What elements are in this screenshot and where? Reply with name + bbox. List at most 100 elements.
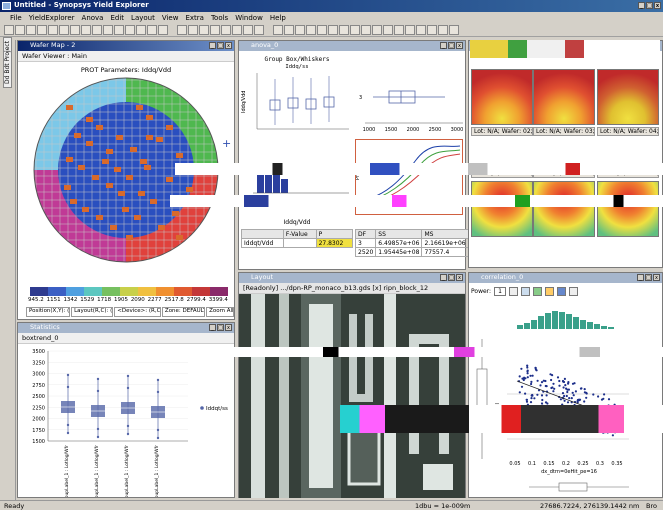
wafer-heatmap[interactable]: [533, 181, 595, 237]
toolbar-button[interactable]: [81, 25, 91, 35]
wafer-heatmap[interactable]: [597, 69, 659, 125]
die-cell[interactable]: [136, 105, 143, 110]
die-cell[interactable]: [186, 187, 193, 192]
toolbar-button[interactable]: [254, 25, 264, 35]
die-cell[interactable]: [134, 215, 141, 220]
toolbar-button[interactable]: [15, 25, 25, 35]
toolbar-button[interactable]: [416, 25, 426, 35]
toolbar-button[interactable]: [158, 25, 168, 35]
boxplot-chart[interactable]: 3500 3250 3000 2750 2500 2250 2000 1750 1500 grou…: [18, 345, 234, 497]
maximize-icon[interactable]: □: [217, 42, 224, 49]
toolbar-button[interactable]: [26, 25, 36, 35]
toolbar-button[interactable]: [177, 25, 187, 35]
wafer-heatmap[interactable]: [597, 181, 659, 237]
die-cell[interactable]: [86, 117, 93, 122]
toolbar-button[interactable]: [125, 25, 135, 35]
die-cell[interactable]: [116, 135, 123, 140]
die-cell[interactable]: [110, 225, 117, 230]
menu-view[interactable]: View: [162, 14, 179, 22]
toolbar-button[interactable]: [103, 25, 113, 35]
die-cell[interactable]: [126, 235, 133, 240]
die-cell[interactable]: [172, 211, 179, 216]
color-icon[interactable]: [544, 286, 554, 296]
die-cell[interactable]: [138, 191, 145, 196]
toolbar-button[interactable]: [361, 25, 371, 35]
toolbar-button[interactable]: [4, 25, 14, 35]
die-cell[interactable]: [156, 137, 163, 142]
wafer-status-field[interactable]: Zoom All: [206, 307, 235, 317]
die-cell[interactable]: [106, 183, 113, 188]
export-icon[interactable]: [568, 286, 578, 296]
die-cell[interactable]: [96, 125, 103, 130]
maximize-icon[interactable]: □: [448, 274, 455, 281]
close-icon[interactable]: x: [456, 42, 463, 49]
close-icon[interactable]: x: [225, 42, 232, 49]
toolbar-button[interactable]: [243, 25, 253, 35]
toolbar-button[interactable]: [383, 25, 393, 35]
fit-icon[interactable]: [520, 286, 530, 296]
correlation-scatter[interactable]: dc_val 0.050.10.150.20.250.30.35 dx_dtrn…: [469, 299, 662, 497]
toolbar-button[interactable]: [284, 25, 294, 35]
die-cell[interactable]: [114, 167, 121, 172]
menu-file[interactable]: File: [10, 14, 22, 22]
toolbar-button[interactable]: [188, 25, 198, 35]
toolbar-button[interactable]: [438, 25, 448, 35]
die-cell[interactable]: [70, 199, 77, 204]
toolbar-button[interactable]: [92, 25, 102, 35]
menu-layout[interactable]: Layout: [131, 14, 155, 22]
die-cell[interactable]: [78, 165, 85, 170]
group-box-whisker-chart[interactable]: Group Box/Whiskers Iddq/ss Iddq/Vdd: [241, 53, 353, 137]
die-cell[interactable]: [118, 191, 125, 196]
die-cell[interactable]: [82, 207, 89, 212]
die-cell[interactable]: [140, 159, 147, 164]
toolbar-button[interactable]: [317, 25, 327, 35]
maximize-icon[interactable]: □: [646, 2, 653, 9]
die-cell[interactable]: [64, 185, 71, 190]
minimize-icon[interactable]: _: [638, 2, 645, 9]
wafer-map[interactable]: +: [26, 75, 231, 275]
toolbar-button[interactable]: [339, 25, 349, 35]
die-cell[interactable]: [176, 235, 183, 240]
toolbar-button[interactable]: [210, 25, 220, 35]
menu-tools[interactable]: Tools: [211, 14, 228, 22]
menu-anova[interactable]: Anova: [82, 14, 104, 22]
toolbar-button[interactable]: [394, 25, 404, 35]
toolbar-button[interactable]: [328, 25, 338, 35]
die-cell[interactable]: [126, 175, 133, 180]
die-cell[interactable]: [74, 133, 81, 138]
horizontal-boxplot[interactable]: 1000 1500 2000 2500 3000 3: [355, 53, 465, 137]
zoom-icon[interactable]: [508, 286, 518, 296]
die-cell[interactable]: [146, 135, 153, 140]
close-icon[interactable]: x: [456, 274, 463, 281]
die-cell[interactable]: [56, 95, 63, 100]
toolbar-button[interactable]: [37, 25, 47, 35]
minimize-icon[interactable]: _: [209, 42, 216, 49]
die-cell[interactable]: [102, 159, 109, 164]
project-tab[interactable]: Dd Bdt Project: [3, 36, 12, 88]
menu-yieldexplorer[interactable]: YieldExplorer: [29, 14, 75, 22]
minimize-icon[interactable]: _: [440, 42, 447, 49]
close-icon[interactable]: x: [225, 324, 232, 331]
die-cell[interactable]: [92, 175, 99, 180]
die-cell[interactable]: [166, 125, 173, 130]
die-cell[interactable]: [122, 207, 129, 212]
toolbar-button[interactable]: [199, 25, 209, 35]
die-cell[interactable]: [96, 215, 103, 220]
die-cell[interactable]: [176, 153, 183, 158]
chart-icon[interactable]: [532, 286, 542, 296]
die-cell[interactable]: [66, 157, 73, 162]
minimize-icon[interactable]: _: [637, 274, 644, 281]
die-cell[interactable]: [150, 199, 157, 204]
wafer-heatmap[interactable]: [533, 69, 595, 125]
close-icon[interactable]: x: [653, 274, 660, 281]
maximize-icon[interactable]: □: [448, 42, 455, 49]
toolbar-button[interactable]: [273, 25, 283, 35]
menu-edit[interactable]: Edit: [110, 14, 124, 22]
close-icon[interactable]: x: [654, 2, 661, 9]
minimize-icon[interactable]: _: [440, 274, 447, 281]
toolbar-button[interactable]: [350, 25, 360, 35]
toolbar-button[interactable]: [147, 25, 157, 35]
toolbar-button[interactable]: [221, 25, 231, 35]
die-cell[interactable]: [166, 177, 173, 182]
toolbar-button[interactable]: [405, 25, 415, 35]
